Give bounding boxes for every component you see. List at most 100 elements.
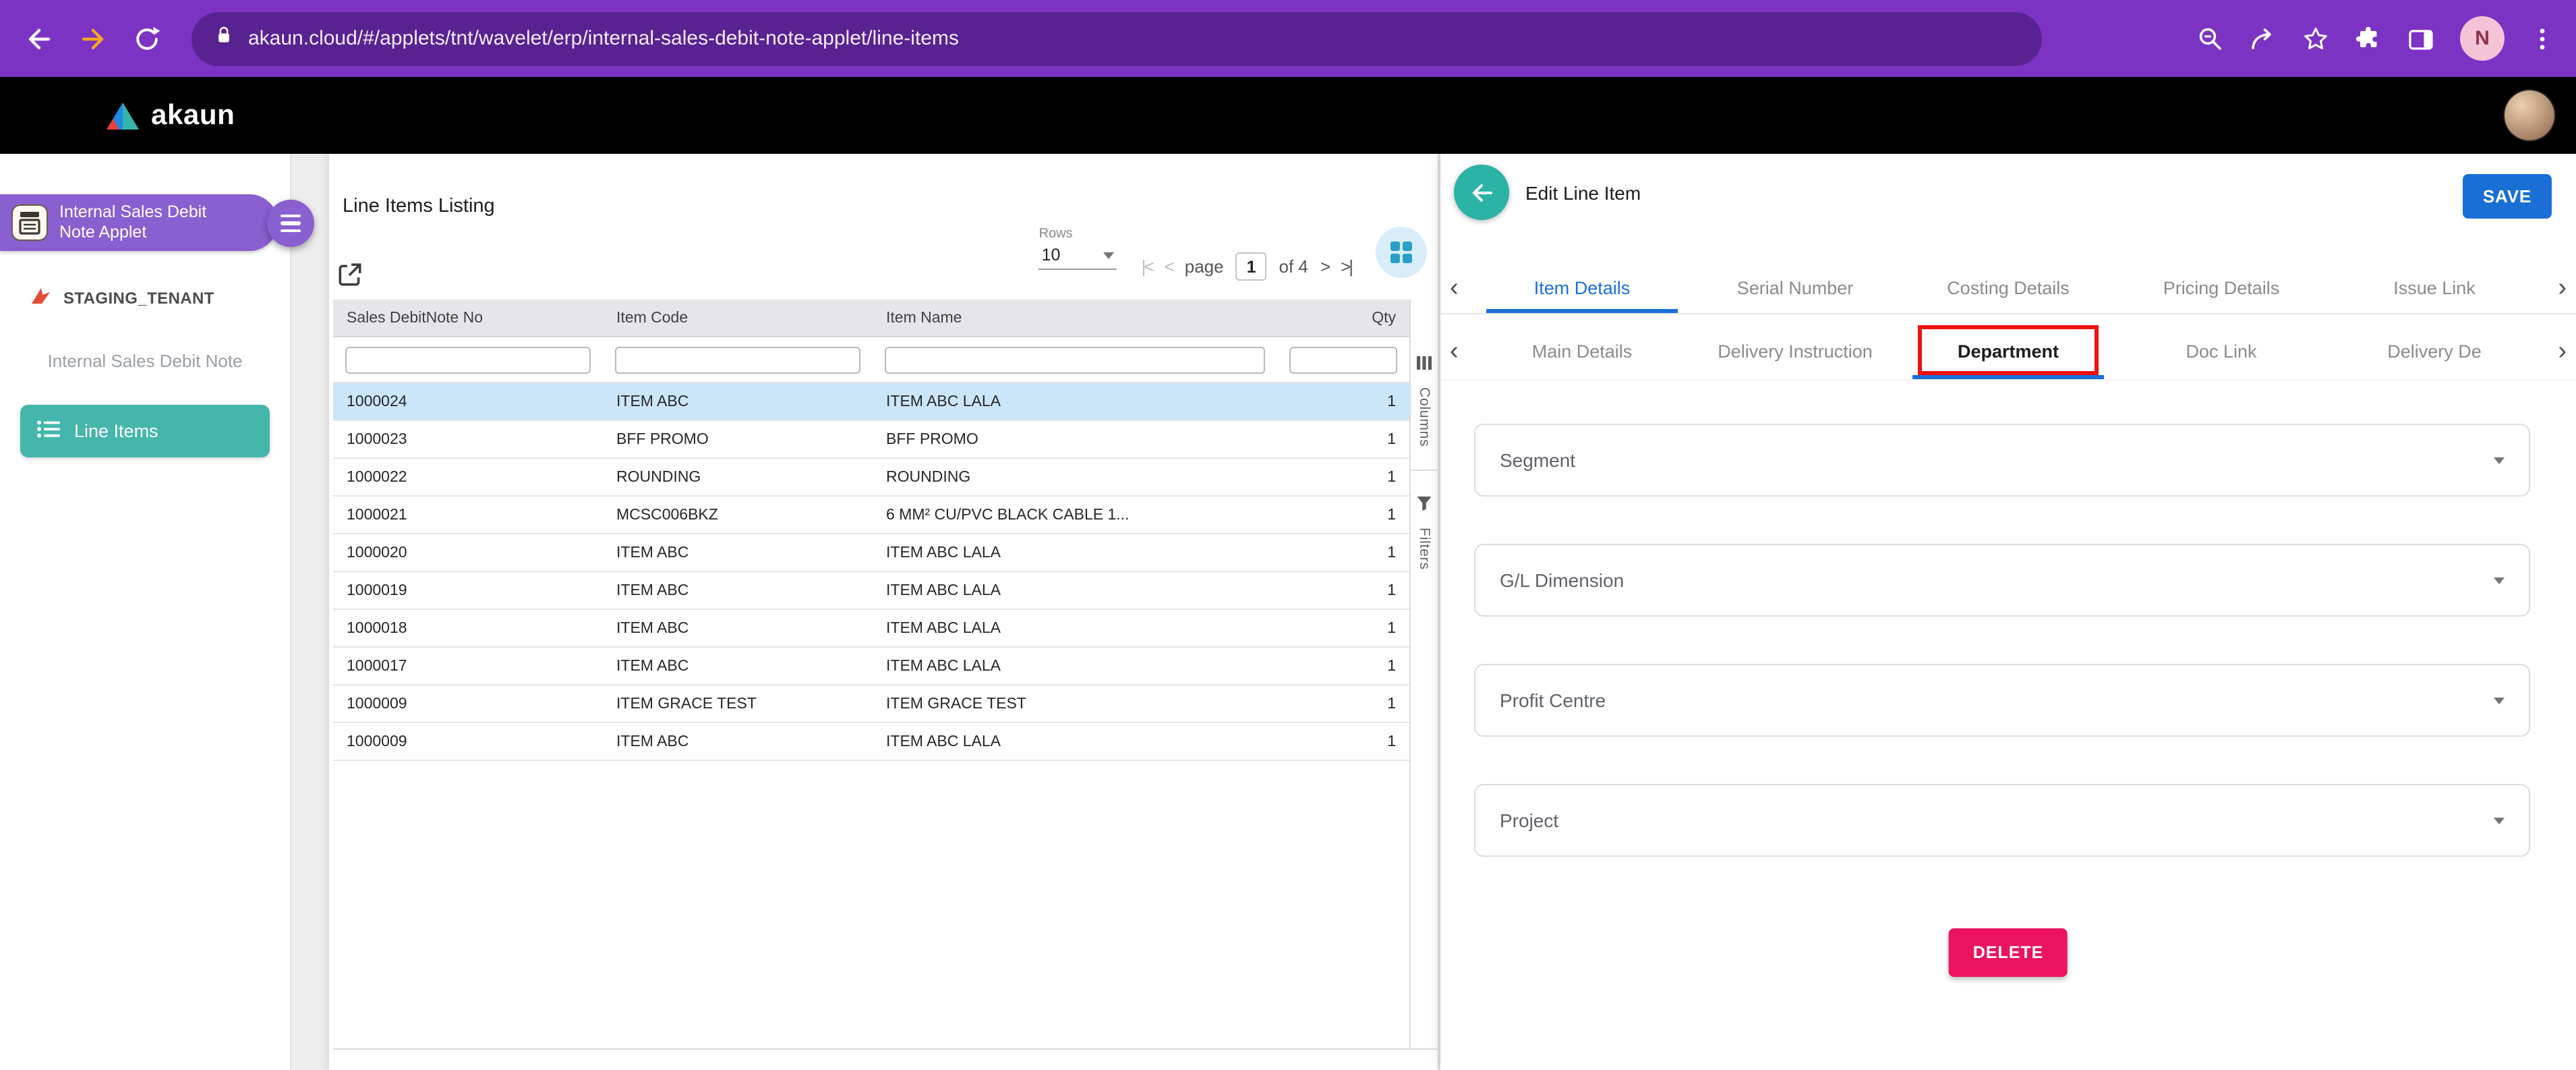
applet-menu-icon[interactable] [267,200,314,247]
sidebar-item-line-items[interactable]: Line Items [20,405,270,457]
share-icon[interactable] [2250,25,2277,52]
table-cell: MCSC006BKZ [603,507,873,523]
table-bottom-divider [333,1048,1438,1050]
select-field-profit-centre[interactable]: Profit Centre [1474,664,2530,737]
tab-department[interactable]: Department [1902,324,2115,379]
table-row[interactable]: 1000019ITEM ABCITEM ABC LALA1 [333,572,1409,610]
column-filter-input-item-name[interactable] [885,346,1265,373]
table-row[interactable]: 1000022ROUNDINGROUNDING1 [333,459,1409,497]
search-zoom-icon[interactable] [2197,25,2224,52]
chevron-left-icon[interactable]: ‹ [1450,273,1459,303]
rows-value: 10 [1042,246,1061,264]
column-filter-input-qty[interactable] [1289,346,1397,373]
columns-toggle[interactable]: Columns [1416,387,1432,447]
table-cell: ITEM GRACE TEST [873,696,1277,712]
next-page-button[interactable]: > [1320,256,1328,277]
reload-icon[interactable] [124,16,170,61]
table-row[interactable]: 1000024ITEM ABCITEM ABC LALA1 [333,383,1409,421]
address-bar[interactable]: akaun.cloud/#/applets/tnt/wavelet/erp/in… [192,11,2042,65]
module-title: Internal Sales Debit Note [0,351,290,371]
inner-tab-bar: ‹ Main DetailsDelivery Instruction Depart… [1440,324,2576,381]
back-icon[interactable] [16,16,62,61]
tab-pricing-details[interactable]: Pricing Details [2115,263,2328,313]
listing-controls: Rows 10 |< < page 1 of 4 > >| [1039,216,1427,281]
tenant-selector[interactable]: STAGING_TENANT [30,286,214,310]
chevron-down-icon [1104,252,1115,258]
table-cell: 1000018 [333,620,603,636]
table-cell: 1000017 [333,658,603,674]
table-cell: ITEM ABC [603,620,873,636]
table-row[interactable]: 1000023BFF PROMOBFF PROMO1 [333,421,1409,459]
page-number-input[interactable]: 1 [1236,252,1267,281]
table-row[interactable]: 1000009ITEM GRACE TESTITEM GRACE TEST1 [333,685,1409,723]
last-page-button[interactable]: >| [1341,256,1351,277]
chevron-left-icon[interactable]: ‹ [1450,337,1459,366]
tab-issue-link[interactable]: Issue Link [2328,263,2541,313]
user-avatar[interactable] [2505,90,2554,140]
table-row[interactable]: 1000009ITEM ABCITEM ABC LALA1 [333,723,1409,761]
table-header-row: Sales DebitNote NoItem CodeItem NameQty [333,300,1409,337]
column-header-item-name[interactable]: Item Name [873,300,1277,336]
akaun-logo[interactable]: akaun [105,99,235,132]
tab-costing-details[interactable]: Costing Details [1902,263,2115,313]
filter-cell [873,346,1277,373]
tab-label: Doc Link [2186,341,2256,362]
select-field-segment[interactable]: Segment [1474,424,2530,497]
side-panel-icon[interactable] [2407,25,2434,52]
table-cell: ITEM GRACE TEST [603,696,873,712]
tab-label: Issue Link [2393,278,2476,298]
filters-toggle[interactable]: Filters [1416,528,1432,570]
table-cell: ITEM ABC LALA [873,393,1277,410]
table-cell: 1000009 [333,733,603,750]
back-button[interactable] [1454,165,1509,220]
first-page-button[interactable]: |< [1142,256,1152,277]
field-label: Project [1500,810,1558,831]
tab-doc-link[interactable]: Doc Link [2115,324,2328,379]
table-row[interactable]: 1000018ITEM ABCITEM ABC LALA1 [333,610,1409,648]
table-cell: 1 [1277,696,1409,712]
column-filter-input-item-code[interactable] [615,346,860,373]
browser-profile-avatar[interactable]: N [2460,16,2505,61]
column-header-item-code[interactable]: Item Code [603,300,873,336]
save-button[interactable]: SAVE [2463,174,2552,219]
table-cell: 1000023 [333,431,603,447]
table-cell: 1 [1277,620,1409,636]
sidebar-item-label: Line Items [74,421,158,441]
filter-cell [1277,346,1409,373]
select-field-g-l-dimension[interactable]: G/L Dimension [1474,544,2530,617]
prev-page-button[interactable]: < [1165,256,1173,277]
bookmark-star-icon[interactable] [2302,25,2329,52]
sidebar-item-applet[interactable]: Internal Sales Debit Note Applet [0,194,278,251]
table-row[interactable]: 1000020ITEM ABCITEM ABC LALA1 [333,534,1409,572]
table-cell: 6 MM² CU/PVC BLACK CABLE 1... [873,507,1277,523]
chevron-down-icon [2494,697,2505,704]
column-filter-input-sales-debitnote-no[interactable] [345,346,591,373]
table-row[interactable]: 1000017ITEM ABCITEM ABC LALA1 [333,648,1409,685]
chevron-right-icon[interactable]: › [2558,273,2567,303]
app-header: akaun [0,77,2576,154]
delete-button[interactable]: DELETE [1949,928,2068,977]
tab-delivery-instruction[interactable]: Delivery Instruction [1689,324,1902,379]
browser-menu-icon[interactable] [2530,25,2554,52]
tab-delivery-de[interactable]: Delivery De [2328,324,2541,379]
tab-serial-number[interactable]: Serial Number [1689,263,1902,313]
filters-icon [1416,494,1432,518]
select-field-project[interactable]: Project [1474,784,2530,857]
table-cell: 1 [1277,733,1409,750]
chevron-right-icon[interactable]: › [2558,337,2567,366]
chevron-down-icon [2494,577,2505,584]
tab-label: Department [1958,341,2059,362]
export-icon[interactable] [336,260,364,295]
column-header-qty[interactable]: Qty [1277,300,1409,336]
grid-view-button[interactable] [1376,227,1427,278]
column-header-sales-debitnote-no[interactable]: Sales DebitNote No [333,300,603,336]
table-cell: ROUNDING [603,469,873,485]
rows-per-page-select[interactable]: Rows 10 [1039,227,1117,270]
table-cell: 1000022 [333,469,603,485]
table-row[interactable]: 1000021MCSC006BKZ6 MM² CU/PVC BLACK CABL… [333,497,1409,534]
extensions-puzzle-icon[interactable] [2355,25,2382,52]
tab-item-details[interactable]: Item Details [1475,263,1689,313]
tab-main-details[interactable]: Main Details [1475,324,1689,379]
field-label: G/L Dimension [1500,569,1624,591]
forward-icon[interactable] [70,16,116,61]
